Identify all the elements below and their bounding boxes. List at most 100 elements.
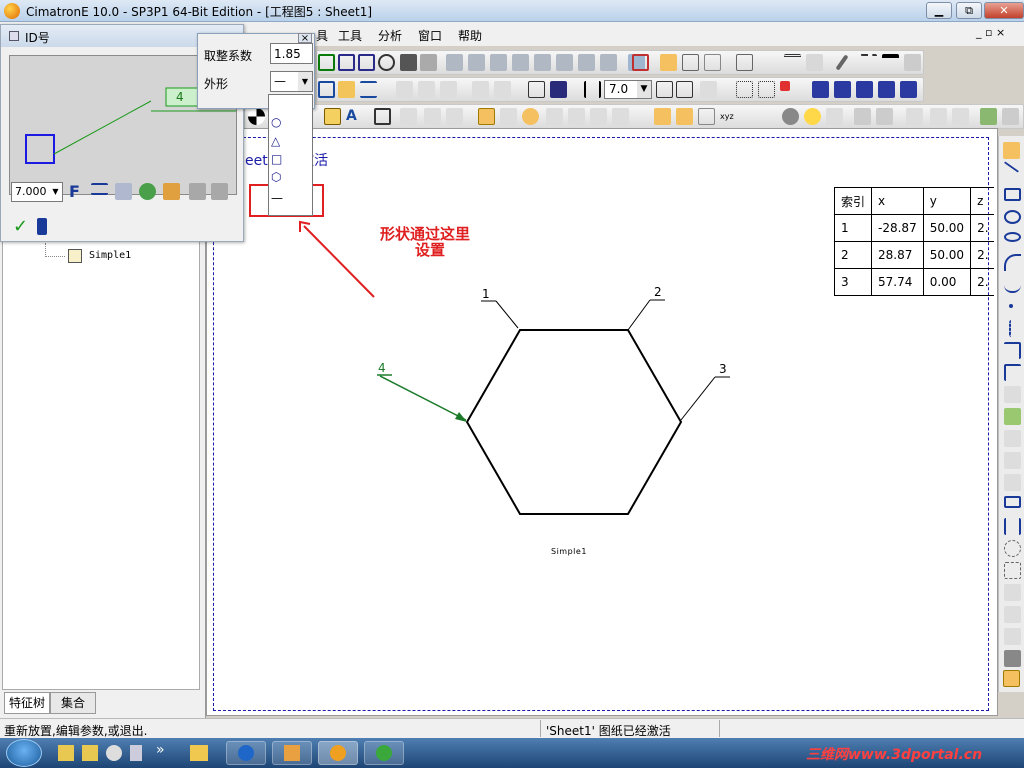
start-button[interactable] bbox=[6, 739, 42, 767]
tab-feature-tree[interactable]: 特征树 bbox=[4, 692, 50, 714]
tangent-icon[interactable] bbox=[546, 108, 563, 125]
xyz-icon[interactable]: xyz bbox=[720, 108, 737, 125]
chevron-down-icon[interactable]: ▼ bbox=[49, 183, 62, 201]
circle-icon[interactable] bbox=[1004, 210, 1021, 224]
chevron-down-icon[interactable]: ▼ bbox=[637, 81, 651, 98]
taskbar-more[interactable]: » bbox=[156, 742, 165, 758]
pan-icon[interactable] bbox=[400, 54, 417, 71]
point-snap-icon[interactable] bbox=[500, 108, 517, 125]
overflow-icon[interactable] bbox=[1002, 108, 1019, 125]
checkmark-icon[interactable]: ✓ bbox=[13, 218, 30, 236]
color-wheel-icon[interactable] bbox=[248, 108, 265, 125]
align-icon[interactable] bbox=[758, 81, 775, 98]
frame-icon[interactable] bbox=[698, 108, 715, 125]
zoom-area-icon[interactable] bbox=[358, 54, 375, 71]
extend-icon[interactable] bbox=[1004, 408, 1021, 425]
arc-icon[interactable] bbox=[1004, 254, 1021, 271]
table-icon[interactable] bbox=[374, 108, 391, 125]
cube-right-icon[interactable] bbox=[512, 54, 529, 71]
dotted-line-icon[interactable] bbox=[1009, 320, 1011, 337]
cube-front-icon[interactable] bbox=[468, 54, 485, 71]
zoom-icon[interactable] bbox=[378, 54, 395, 71]
taskbar-app-2[interactable] bbox=[272, 741, 312, 765]
intersect-icon[interactable] bbox=[590, 108, 607, 125]
line-snap-icon[interactable] bbox=[478, 108, 495, 125]
exit-door-icon[interactable] bbox=[37, 218, 47, 235]
export-icon[interactable] bbox=[900, 81, 917, 98]
light-color-icon[interactable] bbox=[826, 108, 843, 125]
callout-label-2[interactable]: 2 bbox=[654, 285, 662, 299]
nav-forward-icon[interactable] bbox=[876, 108, 893, 125]
wrench-icon[interactable] bbox=[1004, 650, 1021, 667]
light-bulb-icon[interactable] bbox=[782, 108, 799, 125]
layout-icon[interactable] bbox=[952, 108, 969, 125]
quicklaunch-icon-3[interactable] bbox=[106, 745, 122, 761]
line-icon[interactable] bbox=[1003, 161, 1020, 173]
insert-icon[interactable] bbox=[856, 81, 873, 98]
cube-bottom-icon[interactable] bbox=[578, 54, 595, 71]
cube-iso-icon[interactable] bbox=[534, 54, 551, 71]
menu-item-window[interactable]: 窗口 bbox=[418, 27, 442, 44]
close-button[interactable]: ✕ bbox=[984, 2, 1024, 19]
line-style-icon[interactable] bbox=[860, 54, 877, 71]
search-icon[interactable] bbox=[324, 108, 341, 125]
hatch-icon[interactable] bbox=[360, 81, 377, 98]
circle-snap-icon[interactable] bbox=[522, 108, 539, 125]
tree-item[interactable]: Simple1 bbox=[89, 250, 131, 261]
layer-list-icon[interactable] bbox=[784, 54, 801, 71]
dashed-circle-icon[interactable] bbox=[1004, 540, 1021, 557]
move-up-icon[interactable] bbox=[834, 81, 851, 98]
weld-icon[interactable] bbox=[550, 81, 567, 98]
callout-label-1[interactable]: 1 bbox=[482, 287, 490, 301]
taskbar-app-1[interactable] bbox=[226, 741, 266, 765]
tools-icon[interactable] bbox=[930, 108, 947, 125]
symbol-icon[interactable] bbox=[528, 81, 545, 98]
grid-icon[interactable] bbox=[736, 81, 753, 98]
shape-option-hexagon[interactable]: ⬡ bbox=[271, 170, 281, 184]
trim-icon[interactable] bbox=[1004, 386, 1021, 403]
font-icon[interactable] bbox=[676, 81, 693, 98]
cube-top-icon[interactable] bbox=[490, 54, 507, 71]
color-icon[interactable] bbox=[632, 54, 649, 71]
crop-icon[interactable] bbox=[494, 81, 511, 98]
calculator-icon[interactable] bbox=[130, 745, 142, 761]
text-style-icon[interactable] bbox=[656, 81, 673, 98]
ellipse-icon[interactable] bbox=[1004, 232, 1021, 242]
explorer-icon[interactable] bbox=[190, 745, 208, 761]
shape-option-triangle[interactable]: △ bbox=[271, 134, 280, 148]
pattern-copy-icon[interactable] bbox=[1004, 474, 1021, 491]
module-icon[interactable] bbox=[980, 108, 997, 125]
display-icon[interactable] bbox=[736, 54, 753, 71]
paste-icon[interactable] bbox=[1004, 606, 1021, 623]
mirror-icon[interactable] bbox=[1004, 452, 1021, 469]
rounding-factor-input[interactable]: 1.85 bbox=[270, 43, 313, 64]
point-icon[interactable] bbox=[1009, 304, 1013, 308]
properties-icon[interactable] bbox=[163, 183, 180, 200]
sketch-icon[interactable] bbox=[396, 81, 413, 98]
callout-label-3[interactable]: 3 bbox=[719, 362, 727, 376]
maximize-button[interactable]: ⧉ bbox=[956, 2, 982, 19]
callout-label-4[interactable]: 4 bbox=[378, 361, 386, 375]
format-icon[interactable] bbox=[115, 183, 132, 200]
shaded-icon[interactable] bbox=[660, 54, 677, 71]
pattern-icon[interactable] bbox=[446, 108, 463, 125]
rotate-icon[interactable] bbox=[420, 54, 437, 71]
menu-item-analysis[interactable]: 分析 bbox=[378, 27, 402, 44]
view-icon[interactable] bbox=[318, 54, 335, 71]
fill-color-icon[interactable] bbox=[806, 54, 823, 71]
nav-back-icon[interactable] bbox=[854, 108, 871, 125]
shape-option-none[interactable]: — bbox=[271, 191, 283, 205]
detail-icon[interactable] bbox=[418, 81, 435, 98]
shape-option-square[interactable]: □ bbox=[271, 152, 282, 166]
add-rect-icon[interactable] bbox=[1004, 496, 1021, 508]
cube-back-icon[interactable] bbox=[556, 54, 573, 71]
transform-icon[interactable] bbox=[1004, 430, 1021, 447]
shape-option-circle[interactable]: ○ bbox=[271, 115, 281, 129]
plane-icon[interactable] bbox=[568, 108, 585, 125]
shape-select[interactable]: — ▼ bbox=[270, 71, 313, 92]
add-icon[interactable] bbox=[139, 183, 156, 200]
collect-icon[interactable] bbox=[878, 81, 895, 98]
spline-icon[interactable] bbox=[1004, 276, 1021, 293]
cube-left-icon[interactable] bbox=[600, 54, 617, 71]
feature-tree[interactable]: 工程 Simple1 bbox=[2, 200, 200, 690]
